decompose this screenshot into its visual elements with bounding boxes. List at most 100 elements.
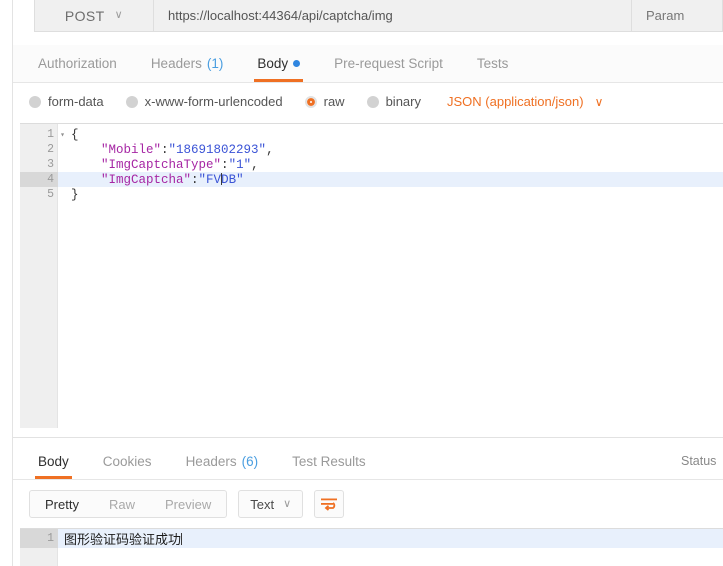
response-text: 图形验证码验证成功 (64, 532, 182, 547)
editor-lines: 1 ▾{2 "Mobile":"18691802293", 3 "ImgCaptch… (20, 127, 723, 202)
code-token: { (71, 127, 79, 142)
editor-line: 2 "Mobile":"18691802293", (20, 142, 723, 157)
response-toolbar: Pretty Raw Preview Text ∨ (13, 482, 723, 526)
response-tab-body[interactable]: Body (21, 444, 86, 479)
body-type-radio-x-www-form-urlencoded[interactable]: x-www-form-urlencoded (125, 94, 283, 109)
editor-line: 3 "ImgCaptchaType":"1", (20, 157, 723, 172)
unsaved-dot-icon (293, 60, 301, 67)
editor-line: 5} (20, 187, 723, 202)
line-number: 5 (47, 188, 54, 201)
url-text: https://localhost:44364/api/captcha/img (168, 8, 393, 23)
content-type-selector[interactable]: JSON (application/json) ∨ (447, 94, 603, 109)
word-wrap-toggle[interactable] (314, 490, 345, 518)
line-number: 1 (47, 128, 54, 141)
tab-label: Headers (150, 56, 202, 71)
request-body-editor[interactable]: 1 ▾{2 "Mobile":"18691802293", 3 "ImgCaptch… (20, 123, 723, 428)
tab-count-badge: (1) (206, 56, 224, 71)
line-number: 4 (20, 172, 58, 187)
code-token: "ImgCaptchaType" (101, 157, 222, 172)
tab-label: Authorization (38, 56, 117, 71)
line-number: 1 (20, 529, 58, 548)
http-method-label: POST (64, 7, 105, 24)
code-token: "Mobile" (101, 142, 162, 157)
params-label: Param (646, 8, 685, 23)
body-type-radio-binary[interactable]: binary (366, 94, 421, 109)
request-tab-tests[interactable]: Tests (460, 45, 526, 82)
code-token: : (191, 172, 199, 187)
code-text: "ImgCaptchaType":"1", (67, 158, 259, 172)
response-body-viewer[interactable]: 1 图形验证码验证成功 (20, 528, 723, 566)
editor-line: 4 "ImgCaptcha":"FVDB" (20, 172, 723, 187)
tab-label: Body (257, 56, 289, 71)
code-token: : (221, 157, 229, 172)
response-line: 1 图形验证码验证成功 (20, 529, 723, 548)
request-tab-pre-request-script[interactable]: Pre-request Script (317, 45, 460, 82)
line-number: 2 (47, 143, 54, 156)
code-token: "ImgCaptcha" (101, 172, 192, 187)
url-input[interactable]: https://localhost:44364/api/captcha/img (154, 0, 632, 31)
chevron-down-icon: ∨ (283, 497, 292, 510)
panel-divider[interactable] (13, 437, 723, 438)
params-button[interactable]: Param (632, 0, 722, 31)
code-text: "Mobile":"18691802293", (67, 143, 274, 157)
response-tab-bar: Body Cookies Headers (6) Test Results Status (13, 444, 723, 480)
code-token: , (266, 142, 274, 157)
radio-icon (304, 95, 317, 108)
request-tab-authorization[interactable]: Authorization (21, 45, 134, 82)
request-tab-body[interactable]: Body (240, 45, 317, 82)
radio-label: raw (323, 94, 345, 109)
code-token: , (251, 157, 259, 172)
text-caret (180, 532, 182, 545)
code-text: "ImgCaptcha":"FVDB" (67, 173, 244, 187)
http-method-selector[interactable]: POST ∨ (35, 0, 154, 31)
code-token: } (71, 187, 79, 202)
tab-label: Tests (476, 56, 509, 71)
radio-icon (125, 95, 138, 108)
request-url-bar: POST ∨ https://localhost:44364/api/captc… (34, 0, 723, 32)
word-wrap-icon (321, 498, 338, 511)
code-token: DB" (221, 172, 244, 187)
request-tab-bar: Authorization Headers (1) Body Pre-request S… (13, 45, 723, 83)
code-text: { (67, 128, 79, 142)
fold-toggle-icon[interactable]: ▾ (58, 130, 67, 140)
tab-label: Headers (185, 454, 237, 469)
chevron-down-icon: ∨ (594, 94, 604, 109)
body-type-radio-form-data[interactable]: form-data (29, 94, 104, 109)
postman-window: POST ∨ https://localhost:44364/api/captc… (0, 0, 723, 566)
response-lines: 1 图形验证码验证成功 (20, 529, 723, 548)
content-type-label: JSON (application/json) (447, 94, 584, 109)
body-type-radio-raw[interactable]: raw (304, 94, 345, 109)
response-view-pretty[interactable]: Pretty (30, 491, 94, 517)
response-status-label: Status (681, 454, 717, 468)
code-token: "FV (198, 172, 222, 187)
request-tab-headers[interactable]: Headers (1) (134, 45, 241, 82)
response-view-preview[interactable]: Preview (150, 491, 226, 517)
code-token: "18691802293" (168, 142, 267, 157)
response-tab-headers[interactable]: Headers (6) (169, 444, 276, 479)
line-number: 3 (47, 158, 54, 171)
tab-label: Body (38, 454, 69, 469)
radio-label: x-www-form-urlencoded (144, 94, 283, 109)
response-format-selector[interactable]: Text ∨ (238, 490, 304, 518)
tab-label: Test Results (292, 454, 366, 469)
radio-label: form-data (48, 94, 104, 109)
radio-label: binary (385, 94, 421, 109)
chevron-down-icon: ∨ (114, 9, 124, 21)
code-token: "1" (228, 157, 252, 172)
body-type-row: form-data x-www-form-urlencoded raw binary … (13, 83, 723, 120)
response-tab-test-results[interactable]: Test Results (275, 444, 383, 479)
response-format-label: Text (250, 496, 275, 512)
left-rail-divider (0, 0, 13, 566)
response-tab-cookies[interactable]: Cookies (86, 444, 169, 479)
response-view-raw[interactable]: Raw (94, 491, 150, 517)
code-token: : (161, 142, 169, 157)
tab-label: Cookies (102, 454, 152, 469)
response-view-group: Pretty Raw Preview (29, 490, 228, 518)
radio-icon (29, 95, 41, 108)
code-text: } (67, 188, 79, 202)
tab-label: Pre-request Script (334, 56, 443, 71)
tab-count-badge: (6) (241, 454, 259, 469)
